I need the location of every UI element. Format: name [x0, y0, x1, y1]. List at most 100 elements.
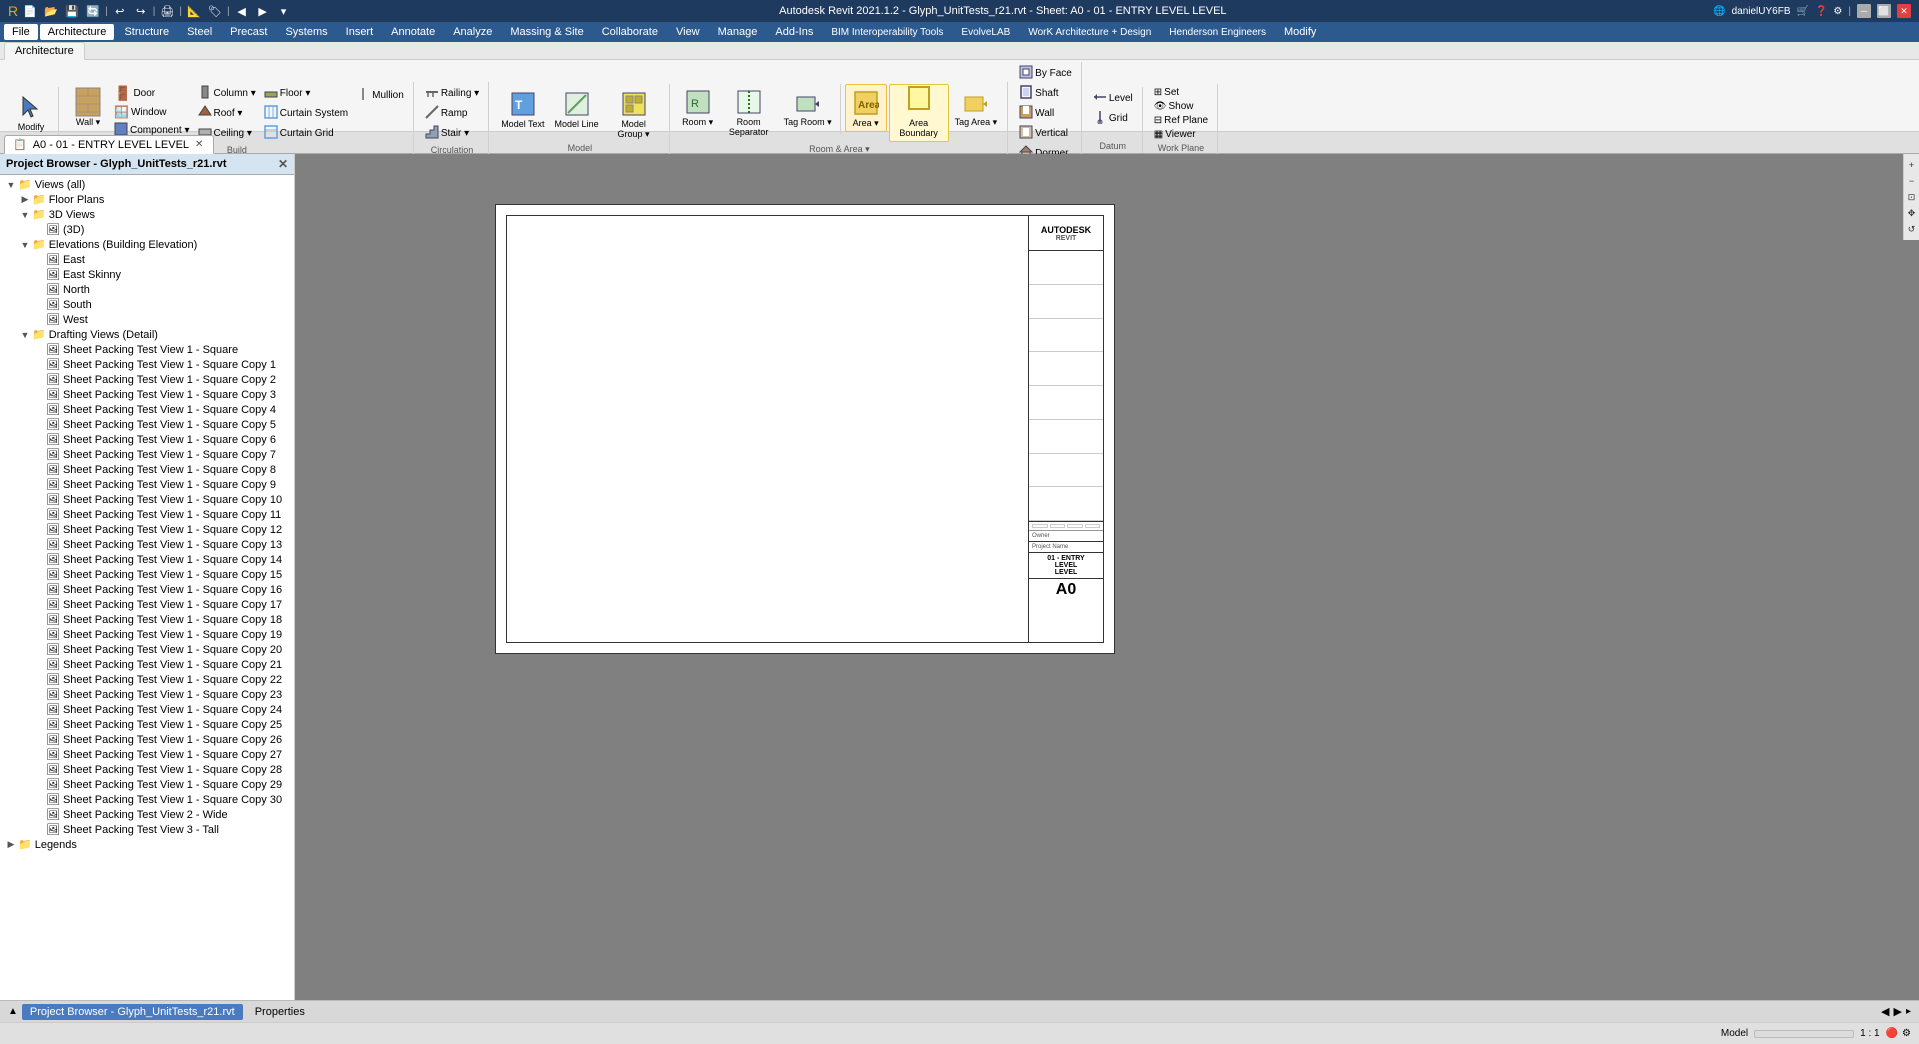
level-btn[interactable]: Level	[1090, 89, 1136, 108]
tag-room-btn[interactable]: Tag Room ▾	[780, 84, 836, 130]
tree-item-spv1-copy6[interactable]: 🖼 Sheet Packing Test View 1 - Square Cop…	[0, 432, 294, 447]
redo-btn[interactable]: ↪	[132, 2, 150, 20]
tree-item-spv1-copy2[interactable]: 🖼 Sheet Packing Test View 1 - Square Cop…	[0, 372, 294, 387]
set-btn[interactable]: ⊞ Set	[1151, 86, 1182, 99]
toggle-drafting[interactable]: ▼	[18, 330, 32, 340]
tree-item-spv1-copy11[interactable]: 🖼 Sheet Packing Test View 1 - Square Cop…	[0, 507, 294, 522]
nav-fwd-btn[interactable]: ▶	[1894, 1005, 1902, 1018]
tree-item-spv1-copy26[interactable]: 🖼 Sheet Packing Test View 1 - Square Cop…	[0, 732, 294, 747]
viewer-btn[interactable]: ▦ Viewer	[1151, 128, 1199, 141]
vertical-btn[interactable]: Vertical	[1016, 124, 1071, 143]
tree-item-spv1-copy12[interactable]: 🖼 Sheet Packing Test View 1 - Square Cop…	[0, 522, 294, 537]
close-btn[interactable]: ✕	[1897, 4, 1911, 18]
tree-item-spv1-copy24[interactable]: 🖼 Sheet Packing Test View 1 - Square Cop…	[0, 702, 294, 717]
menu-bim[interactable]: BIM Interoperability Tools	[823, 25, 951, 40]
stair-btn[interactable]: Stair ▾	[422, 124, 472, 143]
tree-item-spv1-copy28[interactable]: 🖼 Sheet Packing Test View 1 - Square Cop…	[0, 762, 294, 777]
menu-structure[interactable]: Structure	[116, 24, 177, 40]
tree-item-spv1-copy30[interactable]: 🖼 Sheet Packing Test View 1 - Square Cop…	[0, 792, 294, 807]
menu-view[interactable]: View	[668, 24, 708, 40]
tree-item-views-all[interactable]: ▼ 📁 Views (all)	[0, 177, 294, 192]
tree-item-spv1-copy10[interactable]: 🖼 Sheet Packing Test View 1 - Square Cop…	[0, 492, 294, 507]
show-btn[interactable]: 👁 Show	[1151, 100, 1197, 113]
wall-btn[interactable]: Wall ▾	[67, 84, 109, 130]
tree-item-spv1-copy19[interactable]: 🖼 Sheet Packing Test View 1 - Square Cop…	[0, 627, 294, 642]
tree-item-spv1-copy7[interactable]: 🖼 Sheet Packing Test View 1 - Square Cop…	[0, 447, 294, 462]
cart-icon[interactable]: 🛒	[1797, 6, 1809, 17]
menu-addins[interactable]: Add-Ins	[767, 24, 821, 40]
ribbon-tab-architecture[interactable]: Architecture	[4, 42, 85, 60]
doc-tab-close[interactable]: ✕	[195, 139, 203, 150]
curtain-system-btn[interactable]: Curtain System	[261, 104, 351, 123]
bottom-tab-properties[interactable]: Properties	[247, 1004, 313, 1020]
tree-item-spv1-copy16[interactable]: 🖼 Sheet Packing Test View 1 - Square Cop…	[0, 582, 294, 597]
save-btn[interactable]: 💾	[63, 2, 81, 20]
roof-btn[interactable]: Roof ▾	[195, 104, 259, 123]
menu-file[interactable]: File	[4, 24, 38, 40]
tree-item-east[interactable]: 🖼 East	[0, 252, 294, 267]
tree-item-spv1-copy8[interactable]: 🖼 Sheet Packing Test View 1 - Square Cop…	[0, 462, 294, 477]
window-btn[interactable]: 🪟 Window	[111, 104, 193, 120]
room-separator-btn[interactable]: Room Separator	[720, 84, 778, 140]
restore-btn[interactable]: ⬜	[1877, 4, 1891, 18]
back-nav-btn[interactable]: ◀	[233, 2, 251, 20]
tree-item-spv1-copy5[interactable]: 🖼 Sheet Packing Test View 1 - Square Cop…	[0, 417, 294, 432]
tree-item-elevations[interactable]: ▼ 📁 Elevations (Building Elevation)	[0, 237, 294, 252]
mullion-btn[interactable]: Mullion	[353, 86, 407, 105]
pan-btn[interactable]: ✥	[1905, 206, 1919, 220]
zoom-fit-btn[interactable]: ⊡	[1905, 190, 1919, 204]
model-text-btn[interactable]: T Model Text	[497, 86, 548, 132]
tree-item-spv1-copy21[interactable]: 🖼 Sheet Packing Test View 1 - Square Cop…	[0, 657, 294, 672]
sync-btn[interactable]: 🔄	[84, 2, 102, 20]
orbit-btn[interactable]: ↺	[1905, 222, 1919, 236]
menu-systems[interactable]: Systems	[277, 24, 335, 40]
new-btn[interactable]: 📄	[21, 2, 39, 20]
tree-item-spv1-copy15[interactable]: 🖼 Sheet Packing Test View 1 - Square Cop…	[0, 567, 294, 582]
tree-item-west[interactable]: 🖼 West	[0, 312, 294, 327]
floor-btn[interactable]: Floor ▾	[261, 84, 351, 103]
nav-back-btn[interactable]: ◀	[1881, 1005, 1889, 1018]
tree-item-spv1-copy4[interactable]: 🖼 Sheet Packing Test View 1 - Square Cop…	[0, 402, 294, 417]
tag-btn[interactable]: 🏷	[206, 2, 224, 20]
tree-item-spv1-copy29[interactable]: 🖼 Sheet Packing Test View 1 - Square Cop…	[0, 777, 294, 792]
settings-qa-btn[interactable]: ▾	[275, 2, 293, 20]
toggle-3d-views[interactable]: ▼	[18, 210, 32, 220]
menu-modify[interactable]: Modify	[1276, 24, 1324, 40]
fwd-nav-btn[interactable]: ▶	[254, 2, 272, 20]
menu-analyze[interactable]: Analyze	[445, 24, 500, 40]
doc-tab-sheet[interactable]: 📋 A0 - 01 - ENTRY LEVEL LEVEL ✕	[4, 135, 214, 154]
menu-work-arch[interactable]: WorK Architecture + Design	[1020, 25, 1159, 40]
tree-item-spv1-copy1[interactable]: 🖼 Sheet Packing Test View 1 - Square Cop…	[0, 357, 294, 372]
model-group-btn[interactable]: Model Group ▾	[605, 86, 663, 142]
toggle-views-all[interactable]: ▼	[4, 180, 18, 190]
tree-item-north[interactable]: 🖼 North	[0, 282, 294, 297]
bottom-tab-browser[interactable]: Project Browser - Glyph_UnitTests_r21.rv…	[22, 1004, 243, 1020]
modify-btn[interactable]: Modify	[10, 89, 52, 135]
status-icon-2[interactable]: ⚙	[1902, 1028, 1911, 1039]
tree-item-spv1-copy18[interactable]: 🖼 Sheet Packing Test View 1 - Square Cop…	[0, 612, 294, 627]
grid-btn[interactable]: Grid	[1090, 109, 1131, 128]
toggle-floor-plans[interactable]: ▶	[18, 194, 32, 205]
room-btn[interactable]: R Room ▾	[678, 84, 718, 130]
tree-item-3d[interactable]: 🖼 (3D)	[0, 222, 294, 237]
tree-item-spv1-copy17[interactable]: 🖼 Sheet Packing Test View 1 - Square Cop…	[0, 597, 294, 612]
curtain-grid-btn[interactable]: Curtain Grid	[261, 124, 351, 143]
tree-item-3d-views[interactable]: ▼ 📁 3D Views	[0, 207, 294, 222]
undo-btn[interactable]: ↩	[111, 2, 129, 20]
toggle-legends[interactable]: ▶	[4, 839, 18, 850]
canvas-area[interactable]: + − ⊡ ✥ ↺ AUTODESK REVIT	[295, 154, 1919, 1000]
tree-item-spv3-tall[interactable]: 🖼 Sheet Packing Test View 3 - Tall	[0, 822, 294, 837]
menu-collaborate[interactable]: Collaborate	[594, 24, 666, 40]
tree-item-spv1-copy14[interactable]: 🖼 Sheet Packing Test View 1 - Square Cop…	[0, 552, 294, 567]
model-line-btn[interactable]: Model Line	[551, 86, 603, 132]
tree-item-legends[interactable]: ▶ 📁 Legends	[0, 837, 294, 852]
collapse-btn[interactable]: ▲	[8, 1006, 18, 1017]
toggle-elevations[interactable]: ▼	[18, 240, 32, 250]
wall-opening-btn[interactable]: Wall	[1016, 104, 1057, 123]
open-btn[interactable]: 📂	[42, 2, 60, 20]
tree-item-floor-plans[interactable]: ▶ 📁 Floor Plans	[0, 192, 294, 207]
tree-item-spv1-copy3[interactable]: 🖼 Sheet Packing Test View 1 - Square Cop…	[0, 387, 294, 402]
menu-precast[interactable]: Precast	[222, 24, 275, 40]
zoom-out-btn[interactable]: −	[1905, 174, 1919, 188]
tree-item-spv1-copy27[interactable]: 🖼 Sheet Packing Test View 1 - Square Cop…	[0, 747, 294, 762]
